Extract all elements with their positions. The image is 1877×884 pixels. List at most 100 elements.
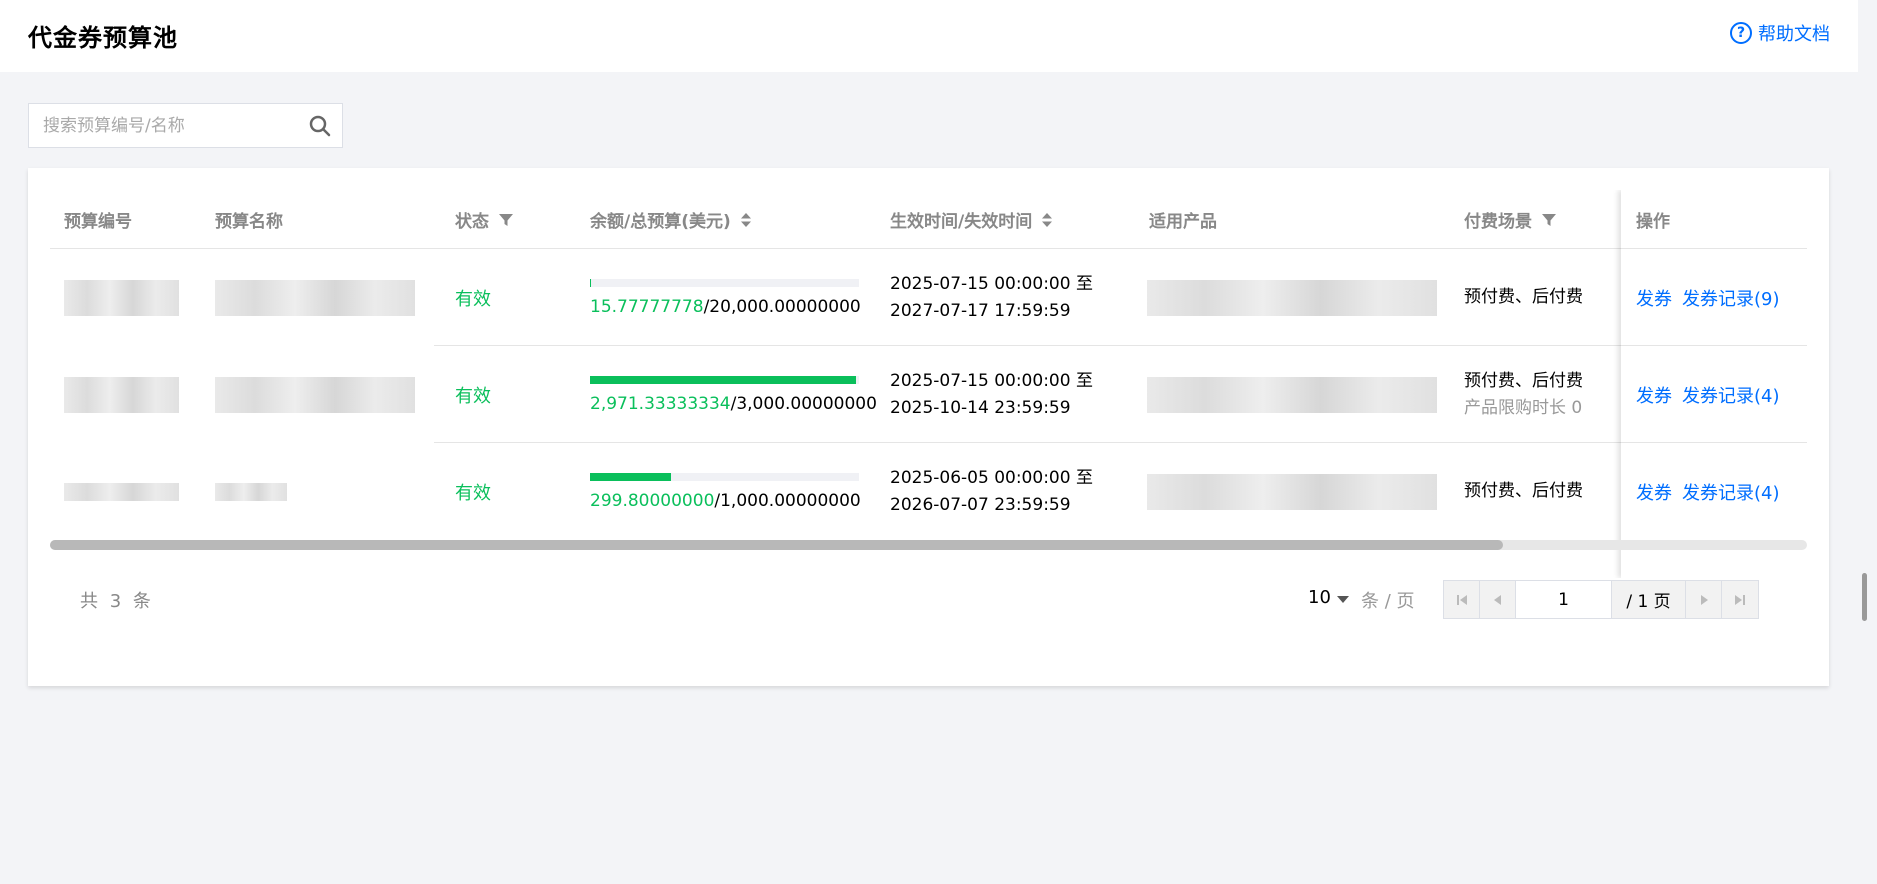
help-doc-link[interactable]: ? 帮助文档 (1730, 20, 1830, 46)
budget-table: 预算编号 预算名称 状态 余额/总预算(美元) 生效时间/失效时间 适用产品 付… (50, 190, 1807, 578)
status-cell: 有效 (455, 443, 491, 540)
product-cell (1147, 249, 1437, 346)
search-box (28, 103, 343, 148)
col-header-product: 适用产品 (1149, 212, 1217, 232)
col-header-pay-label: 付费场景 (1464, 212, 1532, 232)
end-time: 2026-07-07 23:59:59 (890, 494, 1071, 515)
budget-progress-bar (590, 472, 859, 481)
col-header-pay[interactable]: 付费场景 (1464, 190, 1556, 249)
amount-cell: 299.80000000/1,000.00000000 (590, 443, 861, 540)
issue-record-link[interactable]: 发券记录(4) (1682, 479, 1780, 505)
issue-voucher-link[interactable]: 发券 (1636, 285, 1672, 311)
pay-scene-text: 预付费、后付费 (1464, 481, 1583, 501)
issue-record-link[interactable]: 发券记录(4) (1682, 382, 1780, 408)
next-page-icon (1700, 594, 1708, 605)
col-header-amount[interactable]: 余额/总预算(美元) (590, 190, 751, 249)
total-pages: / 1 页 (1612, 581, 1686, 618)
amount-cell: 15.77777778/20,000.00000000 (590, 249, 861, 346)
time-cell: 2025-06-05 00:00:00 至 2026-07-07 23:59:5… (890, 443, 1093, 540)
scrollbar-thumb[interactable] (50, 540, 1503, 550)
redacted-product (1147, 279, 1437, 316)
sort-icon[interactable] (1042, 212, 1053, 227)
total-count: 共 3 条 (80, 591, 154, 612)
per-page-label: 条 / 页 (1361, 591, 1415, 612)
col-header-name: 预算名称 (215, 212, 283, 232)
status-cell: 有效 (455, 346, 491, 443)
sort-icon[interactable] (740, 212, 751, 227)
start-time: 2025-07-15 00:00:00 至 (890, 370, 1093, 391)
table-header: 预算编号 预算名称 状态 余额/总预算(美元) 生效时间/失效时间 适用产品 付… (50, 190, 1807, 249)
balance-value: 299.80000000 (590, 490, 715, 511)
col-header-time-label: 生效时间/失效时间 (890, 212, 1033, 232)
col-header-status-label: 状态 (455, 212, 489, 232)
pay-scene-text: 预付费、后付费 (1464, 370, 1583, 391)
status-text: 有效 (455, 482, 491, 504)
redacted-name (215, 279, 415, 316)
start-time: 2025-07-15 00:00:00 至 (890, 273, 1093, 294)
pager: / 1 页 (1443, 580, 1759, 619)
issue-voucher-link[interactable]: 发券 (1636, 382, 1672, 408)
time-cell: 2025-07-15 00:00:00 至 2025-10-14 23:59:5… (890, 346, 1093, 443)
pay-cell: 预付费、后付费 (1464, 249, 1583, 346)
balance-value: 2,971.33333334 (590, 393, 731, 414)
page-size-value: 10 (1308, 587, 1331, 608)
amount-text: 299.80000000/1,000.00000000 (590, 491, 861, 511)
col-header-amount-label: 余额/总预算(美元) (590, 212, 731, 232)
last-page-button[interactable] (1722, 581, 1758, 618)
page-scrollbar-thumb[interactable] (1862, 573, 1867, 621)
pay-scene-text: 预付费、后付费 (1464, 287, 1583, 307)
redacted-id (64, 279, 179, 316)
prev-page-button[interactable] (1480, 581, 1516, 618)
next-page-button[interactable] (1686, 581, 1722, 618)
first-page-icon (1456, 594, 1467, 605)
col-header-id: 预算编号 (64, 212, 132, 232)
search-icon[interactable] (298, 104, 342, 148)
start-time: 2025-06-05 00:00:00 至 (890, 467, 1093, 488)
filter-icon[interactable] (499, 213, 513, 227)
redacted-product (1147, 473, 1437, 510)
table-row: 有效 2,971.33333334/3,000.00000000 2025-07… (50, 346, 1807, 443)
horizontal-scrollbar[interactable] (50, 540, 1807, 550)
budget-name-cell (215, 249, 415, 346)
total-value: /1,000.00000000 (714, 490, 861, 511)
budget-id-cell (64, 249, 179, 346)
col-header-ops: 操作 (1636, 212, 1670, 232)
last-page-icon (1735, 594, 1745, 605)
help-doc-label: 帮助文档 (1758, 24, 1830, 45)
issue-voucher-link[interactable]: 发券 (1636, 479, 1672, 505)
end-time: 2025-10-14 23:59:59 (890, 397, 1071, 418)
total-value: /20,000.00000000 (703, 296, 861, 317)
balance-value: 15.77777778 (590, 296, 704, 317)
budget-progress-bar (590, 278, 859, 287)
col-header-status[interactable]: 状态 (455, 190, 513, 249)
table-row: 有效 299.80000000/1,000.00000000 2025-06-0… (50, 443, 1807, 540)
ops-cell: 发券 发券记录(4) (1636, 443, 1780, 540)
operations-column: 操作 发券 发券记录(9) 发券 发券记录(4) 发券 发券记录(4) (1621, 190, 1807, 578)
search-input[interactable] (29, 104, 298, 147)
filter-icon[interactable] (1542, 213, 1556, 227)
amount-cell: 2,971.33333334/3,000.00000000 (590, 346, 877, 443)
budget-name-cell (215, 346, 415, 443)
pay-cell: 预付费、后付费 产品限购时长 0 (1464, 346, 1583, 443)
col-header-time[interactable]: 生效时间/失效时间 (890, 190, 1053, 249)
issue-record-link[interactable]: 发券记录(9) (1682, 285, 1780, 311)
prev-page-icon (1493, 594, 1501, 605)
redacted-product (1147, 376, 1437, 413)
first-page-button[interactable] (1444, 581, 1480, 618)
total-value: /3,000.00000000 (730, 393, 877, 414)
budget-progress-fill (590, 472, 671, 481)
redacted-id (64, 376, 179, 413)
amount-text: 15.77777778/20,000.00000000 (590, 297, 861, 317)
page-size-select[interactable]: 10 (1308, 587, 1349, 608)
caret-down-icon (1336, 596, 1349, 603)
ops-cell: 发券 发券记录(9) (1636, 249, 1780, 346)
pay-scene-subtext: 产品限购时长 0 (1464, 397, 1583, 418)
amount-text: 2,971.33333334/3,000.00000000 (590, 394, 877, 414)
budget-id-cell (64, 346, 179, 443)
budget-progress-bar (590, 375, 859, 384)
product-cell (1147, 346, 1437, 443)
end-time: 2027-07-17 17:59:59 (890, 300, 1071, 321)
page-number-input[interactable] (1516, 581, 1612, 618)
redacted-id (64, 482, 179, 501)
product-cell (1147, 443, 1437, 540)
